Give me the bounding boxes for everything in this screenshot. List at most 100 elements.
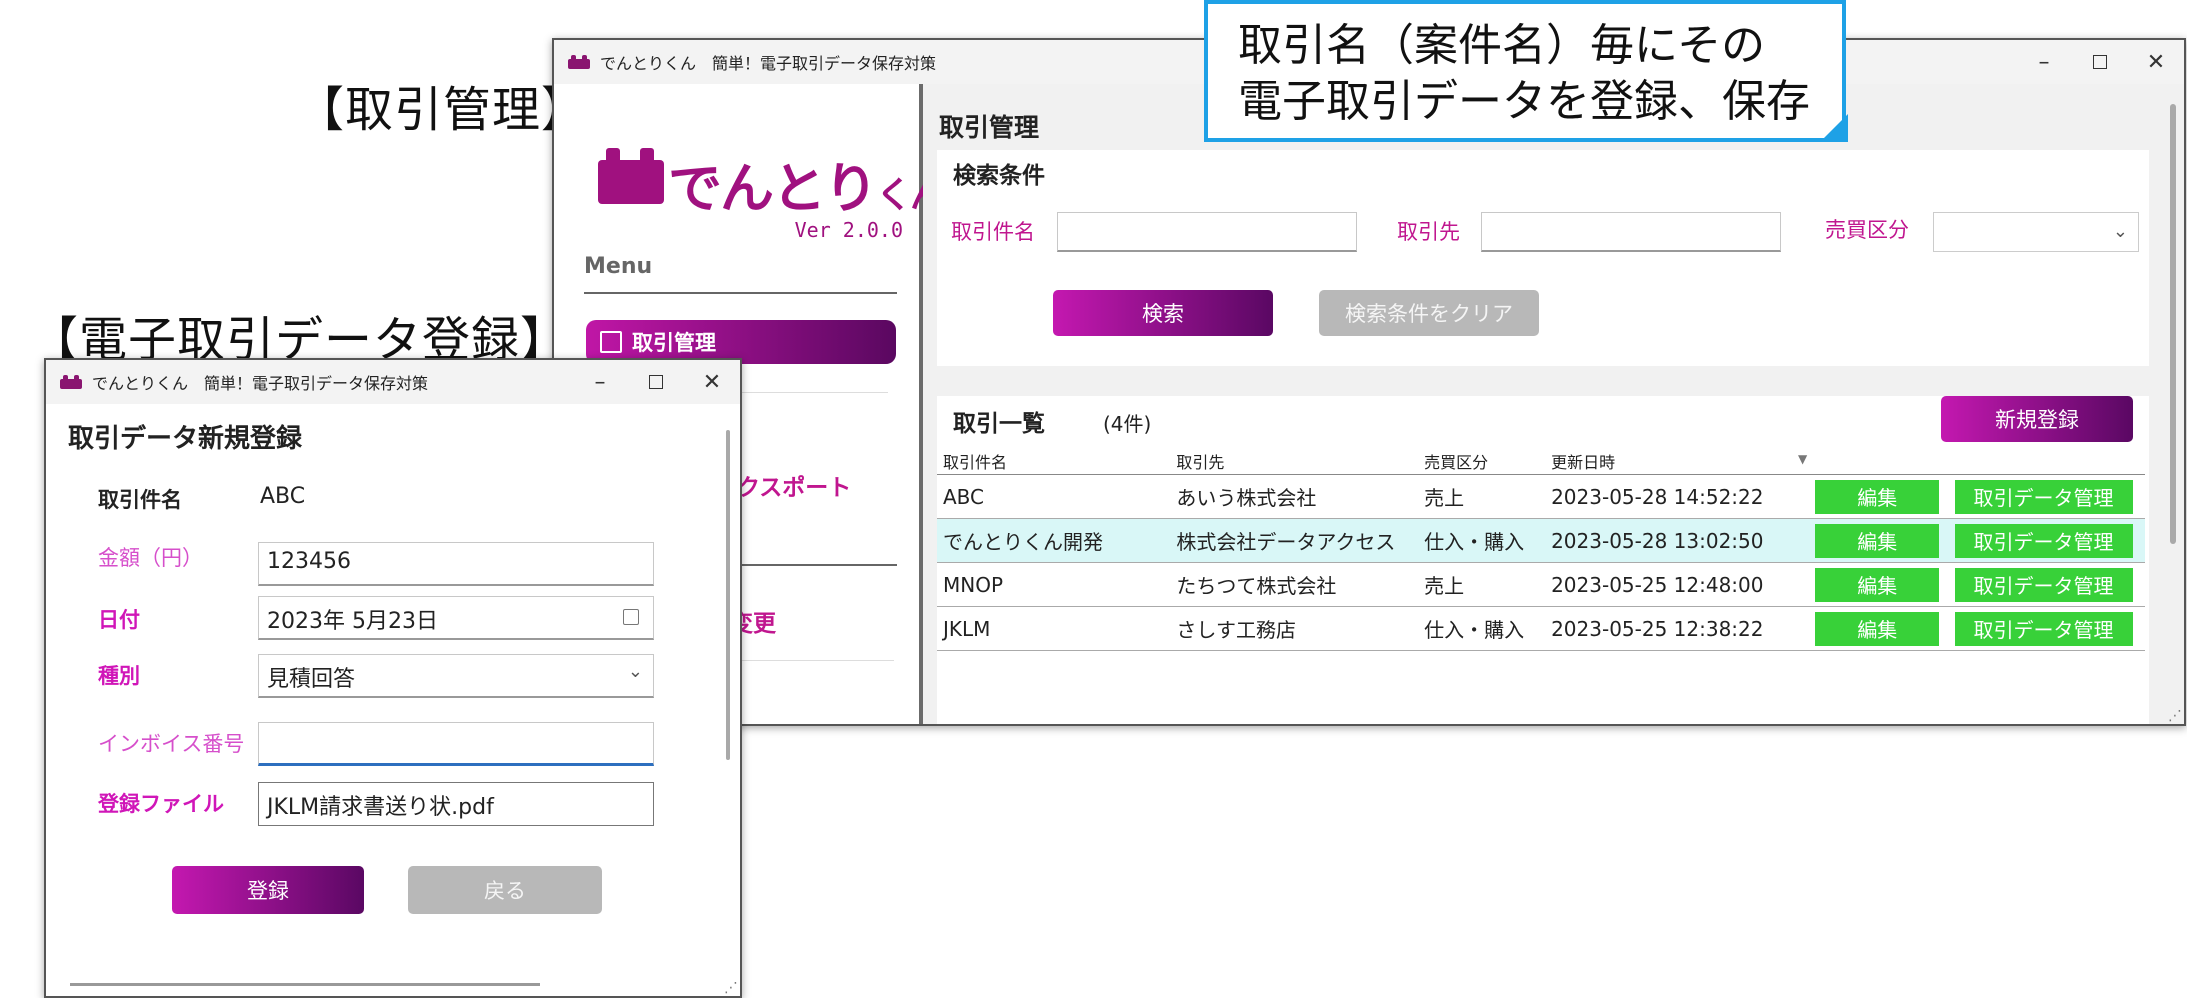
edit-button[interactable]: 編集 [1815, 523, 1940, 558]
cell-edit: 編集 [1813, 518, 1953, 563]
main-content: 取引管理 検索条件 取引件名 取引先 売買区分 ⌄ 検索 検索条件をクリア 取引… [923, 84, 2184, 724]
cell-type: 売上 [1418, 474, 1546, 519]
clear-search-button[interactable]: 検索条件をクリア [1319, 290, 1539, 336]
cell-updated: 2023-05-25 12:38:22 [1545, 606, 1814, 651]
deal-name-label: 取引件名 [951, 220, 1035, 244]
col-header-type[interactable]: 売買区分 [1418, 448, 1546, 475]
cell-edit: 編集 [1813, 474, 1953, 519]
col-header-updated[interactable]: 更新日時 ▼ [1545, 448, 1814, 475]
cell-updated: 2023-05-25 12:48:00 [1545, 562, 1814, 607]
close-icon[interactable]: ✕ [684, 370, 740, 395]
app-icon [60, 375, 82, 389]
resize-grip-icon[interactable]: ⋰ [2168, 708, 2182, 724]
cell-edit: 編集 [1813, 562, 1953, 607]
cell-partner: 株式会社データアクセス [1170, 518, 1419, 563]
edit-button[interactable]: 編集 [1815, 479, 1940, 514]
partner-label: 取引先 [1397, 220, 1460, 244]
form-body: 取引データ新規登録 取引件名 ABC 金額（円） 123456 日付 2023年… [46, 404, 718, 974]
cell-type: 仕入・購入 [1418, 518, 1546, 563]
window-title: でんとりくん 簡単！電子取引データ保存対策 [92, 374, 429, 393]
manage-data-button[interactable]: 取引データ管理 [1954, 479, 2133, 514]
deal-name-input[interactable] [1057, 212, 1357, 252]
edit-button[interactable]: 編集 [1815, 611, 1940, 646]
cell-edit: 編集 [1813, 606, 1953, 651]
edit-button[interactable]: 編集 [1815, 567, 1940, 602]
table-row[interactable]: JKLM さしす工務店 仕入・購入 2023-05-25 12:38:22 編集… [937, 606, 2145, 651]
callout-line-2: 電子取引データを登録、保存 [1238, 76, 1810, 127]
chevron-down-icon: ⌄ [2112, 221, 2128, 242]
table-row[interactable]: でんとりくん開発 株式会社データアクセス 仕入・購入 2023-05-28 13… [937, 518, 2145, 563]
col-header-partner[interactable]: 取引先 [1170, 448, 1419, 475]
manage-data-button[interactable]: 取引データ管理 [1954, 523, 2133, 558]
file-input[interactable]: JKLM請求書送り状.pdf [258, 782, 654, 826]
main-scrollbar[interactable] [2170, 104, 2176, 544]
invoice-label: インボイス番号 [98, 732, 245, 756]
date-value: 2023年 5月23日 [267, 609, 438, 634]
cell-updated: 2023-05-28 13:02:50 [1545, 518, 1814, 563]
partner-input[interactable] [1481, 212, 1781, 252]
calendar-icon[interactable] [623, 609, 639, 625]
col-header-updated-label: 更新日時 [1551, 453, 1616, 472]
version-label: Ver 2.0.0 [794, 218, 903, 242]
date-picker[interactable]: 2023年 5月23日 [258, 596, 654, 640]
app-icon [568, 55, 590, 69]
close-icon[interactable]: ✕ [2128, 50, 2184, 75]
transaction-table: 取引件名 取引先 売買区分 更新日時 ▼ ABC あいう株式会社 売上 2023-… [937, 448, 2145, 651]
cell-manage: 取引データ管理 [1952, 474, 2145, 519]
manage-data-button[interactable]: 取引データ管理 [1954, 567, 2133, 602]
page-title: 取引管理 [939, 113, 1040, 142]
file-label: 登録ファイル [98, 792, 224, 816]
cell-manage: 取引データ管理 [1952, 518, 2145, 563]
date-label: 日付 [98, 608, 140, 632]
minimize-icon[interactable]: – [2016, 50, 2072, 75]
list-panel: 取引一覧 (4件) 新規登録 取引件名 取引先 売買区分 更新日時 ▼ ABC … [937, 396, 2149, 724]
menu-divider [584, 292, 897, 294]
amount-label: 金額（円） [98, 546, 203, 570]
deal-name-value: ABC [260, 484, 306, 509]
manage-data-button[interactable]: 取引データ管理 [1954, 611, 2133, 646]
callout-line-1: 取引名（案件名）毎にその [1238, 20, 1766, 71]
kind-select[interactable]: 見積回答 ⌄ [258, 654, 654, 698]
list-title: 取引一覧 [953, 411, 1045, 437]
cell-manage: 取引データ管理 [1952, 606, 2145, 651]
amount-input[interactable]: 123456 [258, 542, 654, 586]
form-scrollbar-horizontal[interactable] [70, 983, 540, 986]
logo-box-icon [598, 148, 664, 204]
cell-deal-name: でんとりくん開発 [937, 518, 1171, 563]
window-title: でんとりくん 簡単！電子取引データ保存対策 [600, 54, 937, 73]
new-register-button[interactable]: 新規登録 [1941, 396, 2133, 442]
list-count: (4件) [1103, 412, 1152, 436]
logo-text: でんとり [668, 157, 878, 220]
maximize-icon[interactable] [2072, 50, 2128, 75]
cell-type: 売上 [1418, 562, 1546, 607]
form-scrollbar-vertical[interactable] [726, 430, 730, 760]
register-button[interactable]: 登録 [172, 866, 364, 914]
cell-partner: たちつて株式会社 [1170, 562, 1419, 607]
callout-box: 取引名（案件名）毎にその 電子取引データを登録、保存 [1204, 0, 1846, 142]
cell-deal-name: ABC [937, 474, 1171, 519]
chevron-down-icon: ⌄ [627, 661, 643, 682]
table-row[interactable]: MNOP たちつて株式会社 売上 2023-05-25 12:48:00 編集 … [937, 562, 2145, 607]
resize-grip-icon[interactable]: ⋰ [724, 980, 738, 996]
maximize-icon[interactable] [628, 370, 684, 395]
search-button[interactable]: 検索 [1053, 290, 1273, 336]
kind-label: 種別 [98, 664, 140, 688]
deal-name-label: 取引件名 [98, 488, 182, 512]
type-select[interactable]: ⌄ [1933, 212, 2139, 252]
sort-down-icon: ▼ [1798, 452, 1808, 466]
cell-manage: 取引データ管理 [1952, 562, 2145, 607]
table-row[interactable]: ABC あいう株式会社 売上 2023-05-28 14:52:22 編集 取引… [937, 474, 2145, 519]
sidebar-item-label: 取引管理 [632, 331, 716, 355]
invoice-input[interactable] [258, 722, 654, 766]
search-title: 検索条件 [953, 163, 1045, 189]
col-header-manage [1952, 448, 2145, 475]
cell-deal-name: MNOP [937, 562, 1171, 607]
col-header-deal-name[interactable]: 取引件名 [937, 448, 1171, 475]
back-button[interactable]: 戻る [408, 866, 602, 914]
edit-icon [600, 331, 622, 353]
menu-label: Menu [584, 254, 653, 279]
col-header-edit [1813, 448, 1953, 475]
minimize-icon[interactable]: – [572, 370, 628, 395]
caption-transaction-management: 【取引管理】 [296, 82, 591, 138]
table-header-row: 取引件名 取引先 売買区分 更新日時 ▼ [937, 448, 2145, 475]
